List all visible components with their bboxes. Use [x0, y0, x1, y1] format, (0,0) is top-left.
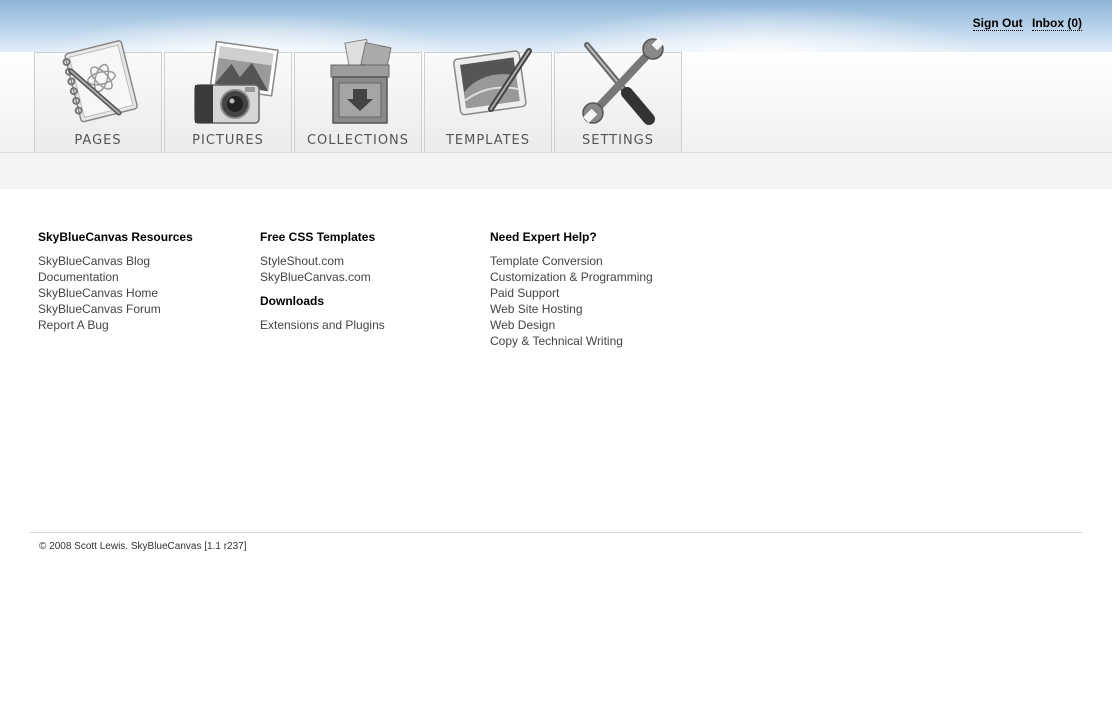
- tab-label: SETTINGS: [581, 133, 654, 148]
- storage-box-icon: [330, 38, 392, 124]
- sign-out-link[interactable]: Sign Out: [972, 16, 1023, 31]
- camera-photo-icon: [194, 40, 279, 124]
- footer-copyright: © 2008 Scott Lewis. SkyBlueCanvas [1.1 r…: [39, 541, 247, 552]
- header-banner: [0, 0, 1112, 52]
- toolbar-strip: [0, 152, 1112, 189]
- tablet-pen-icon: [453, 48, 532, 116]
- wrench-screwdriver-icon: [582, 37, 665, 125]
- tab-templates[interactable]: TEMPLATES: [424, 48, 552, 152]
- tab-label: TEMPLATES: [445, 133, 531, 148]
- tab-label: COLLECTIONS: [306, 133, 410, 148]
- footer-divider: [30, 532, 1082, 533]
- tab-pages[interactable]: PAGES: [34, 40, 162, 152]
- template-link[interactable]: StyleShout.com: [260, 253, 385, 269]
- help-link[interactable]: Customization & Programming: [490, 269, 653, 285]
- tab-label: PAGES: [74, 133, 122, 148]
- resource-link[interactable]: Report A Bug: [38, 317, 193, 333]
- resources-heading: SkyBlueCanvas Resources: [38, 230, 193, 244]
- help-list: Template Conversion Customization & Prog…: [490, 253, 653, 349]
- resource-link[interactable]: SkyBlueCanvas Home: [38, 285, 193, 301]
- resources-column: SkyBlueCanvas Resources SkyBlueCanvas Bl…: [38, 230, 193, 333]
- tab-settings[interactable]: SETTINGS: [554, 37, 682, 152]
- tab-label: PICTURES: [192, 133, 264, 148]
- downloads-heading: Downloads: [260, 294, 325, 308]
- help-link[interactable]: Web Design: [490, 317, 653, 333]
- tab-pictures[interactable]: PICTURES: [164, 40, 292, 152]
- downloads-list: Extensions and Plugins: [260, 317, 385, 333]
- templates-column: Free CSS Templates StyleShout.com SkyBlu…: [260, 230, 385, 333]
- resources-list: SkyBlueCanvas Blog Documentation SkyBlue…: [38, 253, 193, 333]
- template-link[interactable]: SkyBlueCanvas.com: [260, 269, 385, 285]
- help-link[interactable]: Copy & Technical Writing: [490, 333, 653, 349]
- notebook-pen-icon: [62, 40, 138, 123]
- inbox-link[interactable]: Inbox (0): [1032, 16, 1082, 31]
- help-heading: Need Expert Help?: [490, 230, 597, 244]
- resource-link[interactable]: SkyBlueCanvas Blog: [38, 253, 193, 269]
- user-links: Sign Out Inbox (0): [967, 16, 1082, 31]
- templates-list: StyleShout.com SkyBlueCanvas.com: [260, 253, 385, 285]
- help-link[interactable]: Web Site Hosting: [490, 301, 653, 317]
- help-link[interactable]: Template Conversion: [490, 253, 653, 269]
- download-link[interactable]: Extensions and Plugins: [260, 317, 385, 333]
- help-column: Need Expert Help? Template Conversion Cu…: [490, 230, 653, 349]
- tab-collections[interactable]: COLLECTIONS: [294, 38, 422, 152]
- resource-link[interactable]: SkyBlueCanvas Forum: [38, 301, 193, 317]
- resource-link[interactable]: Documentation: [38, 269, 193, 285]
- templates-heading: Free CSS Templates: [260, 230, 376, 244]
- help-link[interactable]: Paid Support: [490, 285, 653, 301]
